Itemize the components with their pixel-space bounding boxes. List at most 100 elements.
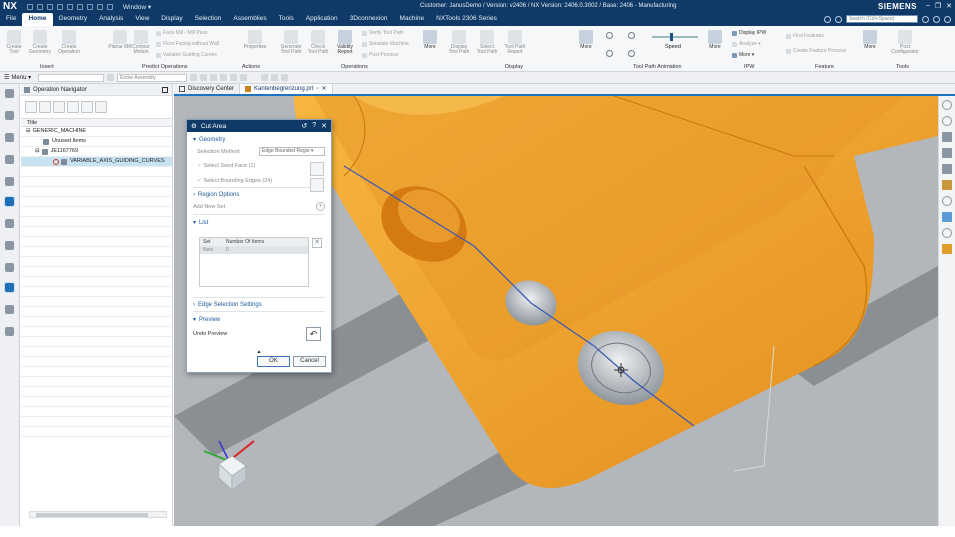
- tab-application[interactable]: Application: [300, 15, 344, 26]
- square-snap-icon[interactable]: [220, 74, 228, 81]
- part-navigator-icon[interactable]: [4, 110, 15, 121]
- tab-selection[interactable]: Selection: [189, 15, 228, 26]
- machine-tool-navigator-icon[interactable]: [4, 218, 15, 229]
- tab-discovery-center[interactable]: Discovery Center: [174, 84, 241, 94]
- edge-selection-settings-header[interactable]: › Edge Selection Settings: [187, 298, 331, 308]
- select-tool-path-button[interactable]: Select Tool Path: [475, 30, 499, 55]
- orient-icon[interactable]: [271, 74, 279, 81]
- close-tab-icon[interactable]: ✕: [322, 85, 327, 94]
- rewind-icon[interactable]: [606, 32, 613, 39]
- close-icon[interactable]: ✕: [946, 2, 952, 10]
- system-materials-icon[interactable]: [4, 326, 15, 337]
- help-icon[interactable]: [944, 15, 951, 23]
- tree-row-machine[interactable]: ⊟ GENERIC_MACHINE: [21, 127, 172, 137]
- add-set-icon[interactable]: +: [316, 202, 325, 211]
- select-face-icon[interactable]: [310, 162, 324, 176]
- collapse-icon[interactable]: [95, 101, 107, 113]
- display-more-button[interactable]: More: [574, 30, 598, 50]
- contour-motion-button[interactable]: Contour Motion: [129, 30, 153, 55]
- tab-part-file[interactable]: Kantenbegrenzung.prt ▫ ✕: [240, 84, 333, 94]
- variable-guiding-curves-item[interactable]: Variable Guiding Curves: [156, 52, 217, 58]
- machining-method-view-icon[interactable]: [67, 101, 79, 113]
- create-operation-button[interactable]: Create Operation: [57, 30, 81, 55]
- reuse-library-icon[interactable]: [4, 176, 15, 187]
- tree-row-tool[interactable]: ⊟ JE1167769: [21, 147, 172, 157]
- paste-icon[interactable]: [76, 3, 83, 10]
- tab-machine[interactable]: Machine: [394, 15, 431, 26]
- scrollbar-thumb[interactable]: [36, 513, 148, 517]
- type-filter-dropdown[interactable]: [38, 73, 105, 82]
- cube-icon[interactable]: [942, 132, 952, 142]
- properties-button[interactable]: Properties: [243, 30, 267, 50]
- speed-slider[interactable]: [652, 33, 698, 41]
- fullscreen-icon[interactable]: [922, 15, 929, 23]
- rendering-style-icon[interactable]: [942, 212, 952, 222]
- fit-icon[interactable]: [942, 196, 952, 206]
- ruler-icon[interactable]: [942, 148, 952, 158]
- cut-icon[interactable]: [56, 3, 63, 10]
- undo-icon[interactable]: [36, 3, 43, 10]
- ipw-more-item[interactable]: More ▾: [732, 52, 754, 58]
- copy-icon[interactable]: [66, 3, 73, 10]
- snap-icon[interactable]: [190, 74, 198, 81]
- filter-icon[interactable]: [107, 74, 115, 81]
- list-section-header[interactable]: ▾ List: [187, 215, 331, 227]
- help-circle-icon[interactable]: [824, 15, 831, 23]
- assembly-navigator-icon[interactable]: [4, 132, 15, 143]
- feature-more-button[interactable]: More: [858, 30, 882, 50]
- undo-preview-icon[interactable]: ↶: [306, 327, 321, 341]
- wcs-icon[interactable]: [261, 74, 269, 81]
- feature-navigator-icon[interactable]: [4, 240, 15, 251]
- collapse-arrow-icon[interactable]: ⊟: [26, 127, 31, 136]
- tab-file[interactable]: File: [0, 15, 22, 26]
- tab-display[interactable]: Display: [155, 15, 188, 26]
- step-back-icon[interactable]: [606, 50, 613, 57]
- select-edges-icon[interactable]: [310, 178, 324, 192]
- post-process-item[interactable]: Post Process: [362, 52, 398, 58]
- minimize-icon[interactable]: –: [926, 2, 930, 10]
- help-icon[interactable]: ?: [312, 122, 316, 130]
- zoom-icon[interactable]: [942, 116, 952, 126]
- roles-icon[interactable]: [4, 282, 15, 293]
- operation-navigator-icon[interactable]: [4, 196, 15, 207]
- constraint-navigator-icon[interactable]: [4, 154, 15, 165]
- menu-button[interactable]: ☰ Menu ▾: [0, 74, 35, 81]
- reset-icon[interactable]: ↺: [301, 122, 307, 130]
- navigator-horizontal-scrollbar[interactable]: [29, 511, 167, 518]
- selection-scope-dropdown[interactable]: Entire Assembly: [117, 73, 188, 82]
- close-icon[interactable]: ✕: [321, 122, 327, 130]
- validity-report-button[interactable]: Validity Report: [333, 30, 357, 55]
- restore-icon[interactable]: ❐: [935, 2, 941, 10]
- program-order-view-icon[interactable]: [25, 101, 37, 113]
- tab-tools[interactable]: Tools: [273, 15, 300, 26]
- create-tool-button[interactable]: Create Tool: [2, 30, 26, 55]
- post-configurator-button[interactable]: Post Configurator: [891, 30, 919, 55]
- speed-slider-handle[interactable]: [670, 33, 673, 41]
- snap-point-icon[interactable]: [200, 74, 208, 81]
- verify-tool-path-item[interactable]: Verify Tool Path: [362, 30, 404, 36]
- delete-set-icon[interactable]: ✕: [312, 238, 322, 248]
- expand-icon[interactable]: [81, 101, 93, 113]
- tab-geometry[interactable]: Geometry: [53, 15, 94, 26]
- view-orient-icon[interactable]: [942, 100, 952, 110]
- step-forward-icon[interactable]: [628, 50, 635, 57]
- tool-holder-icon[interactable]: [942, 164, 952, 174]
- play-icon[interactable]: [942, 228, 952, 238]
- touch-icon[interactable]: [106, 3, 113, 10]
- tool-path-report-button[interactable]: Tool Path Report: [503, 30, 527, 55]
- save-icon[interactable]: [26, 3, 33, 10]
- face-mill-item[interactable]: Face Mill - Mill Pass: [156, 30, 207, 36]
- geometry-section-header[interactable]: ▾ Geometry: [187, 132, 331, 144]
- add-new-set-row[interactable]: Add New Set +: [187, 198, 331, 211]
- tab-home[interactable]: Home: [22, 13, 53, 26]
- operations-more-button[interactable]: More: [418, 30, 442, 50]
- tree-row-unused[interactable]: Unused Items: [21, 137, 172, 147]
- gear-icon[interactable]: ⚙: [191, 122, 197, 130]
- find-features-item[interactable]: Find Features: [786, 33, 824, 39]
- process-navigator-icon[interactable]: [4, 262, 15, 273]
- floor-facing-item[interactable]: Floor Facing without Wall: [156, 41, 219, 47]
- command-search-input[interactable]: Search (Ctrl+Space): [846, 15, 918, 23]
- history-icon[interactable]: [4, 304, 15, 315]
- tab-assemblies[interactable]: Assemblies: [227, 15, 272, 26]
- view-selection-icon[interactable]: [240, 74, 248, 81]
